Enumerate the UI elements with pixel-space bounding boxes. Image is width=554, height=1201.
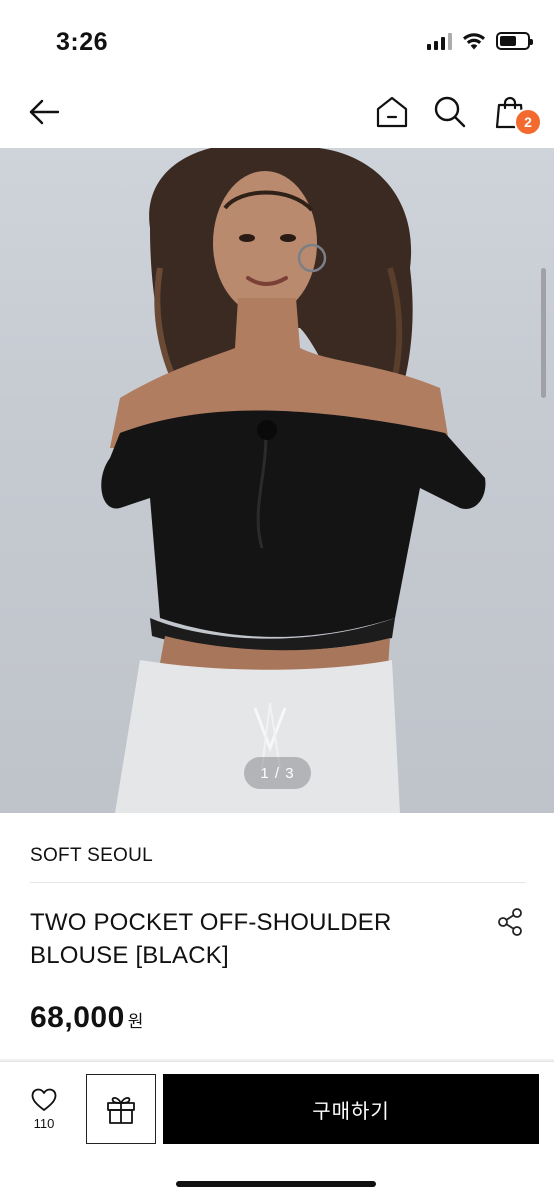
share-icon xyxy=(498,908,522,936)
price-value: 68,000 xyxy=(30,1001,125,1034)
price-currency: 원 xyxy=(127,1012,144,1031)
share-button[interactable] xyxy=(494,906,526,938)
product-title-line1: TWO POCKET OFF-SHOULDER xyxy=(30,909,392,936)
product-title: TWO POCKET OFF-SHOULDER BLOUSE [BLACK] xyxy=(30,906,450,972)
back-button[interactable] xyxy=(24,92,64,132)
home-indicator xyxy=(176,1181,376,1187)
battery-icon xyxy=(496,32,533,50)
cart-count-badge: 2 xyxy=(514,108,542,136)
product-title-line2: BLOUSE [BLACK] xyxy=(30,942,229,969)
search-button[interactable] xyxy=(430,92,470,132)
image-counter: 1 / 3 xyxy=(244,757,311,789)
buy-button[interactable]: 구매하기 xyxy=(163,1074,539,1144)
like-count: 110 xyxy=(33,1116,55,1131)
brand-name[interactable]: SOFT SEOUL xyxy=(30,845,153,867)
gift-button[interactable] xyxy=(86,1074,156,1144)
product-photo xyxy=(101,148,486,813)
nav-header: 2 xyxy=(0,80,554,146)
like-button[interactable]: 110 xyxy=(22,1088,66,1148)
bottom-action-bar: 110 구매하기 xyxy=(0,1061,554,1201)
heart-icon xyxy=(31,1088,57,1111)
status-time: 3:26 xyxy=(56,28,109,56)
scroll-indicator[interactable] xyxy=(541,268,546,398)
back-arrow-icon xyxy=(29,99,60,125)
divider xyxy=(30,882,526,883)
gift-icon xyxy=(107,1096,135,1124)
cellular-signal-icon xyxy=(427,32,452,50)
product-image[interactable] xyxy=(0,148,554,813)
status-icons xyxy=(427,32,533,50)
home-button[interactable] xyxy=(372,92,412,132)
home-icon xyxy=(376,96,408,128)
status-bar: 3:26 xyxy=(0,0,554,80)
cart-button[interactable]: 2 xyxy=(490,92,542,136)
wifi-icon xyxy=(463,33,485,50)
search-icon xyxy=(434,96,466,128)
price: 68,000 원 xyxy=(30,1001,143,1035)
